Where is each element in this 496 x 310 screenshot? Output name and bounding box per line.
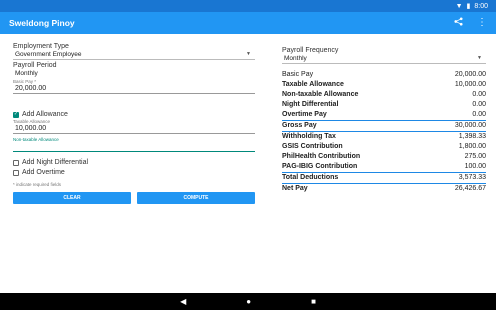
result-row: Non-taxable Allowance 0.00	[282, 91, 486, 98]
recents-icon[interactable]: ■	[311, 297, 316, 306]
add-night-diff-checkbox[interactable]: Add Night Differential	[13, 159, 255, 166]
required-note: * indicate required fields	[13, 182, 62, 187]
total-deductions-row: Total Deductions 3,573.33	[282, 173, 486, 184]
gross-pay-row: Gross Pay 30,000.00	[282, 121, 486, 132]
nontaxable-allowance-input[interactable]	[13, 142, 255, 152]
employment-type-label: Employment Type	[13, 43, 69, 50]
wifi-icon: ▼	[455, 2, 463, 10]
payroll-frequency-select[interactable]: Monthly ▼	[282, 54, 486, 64]
result-row: Basic Pay 20,000.00	[282, 71, 486, 78]
add-allowance-label: Add Allowance	[22, 111, 68, 118]
result-panel: Payroll Frequency Monthly ▼ Basic Pay 20,…	[282, 47, 486, 194]
navigation-bar: ◀ ● ■	[0, 293, 496, 310]
add-night-diff-label: Add Night Differential	[22, 159, 89, 166]
more-vert-icon[interactable]: ⋮	[477, 18, 487, 28]
payroll-period-value: Monthly	[15, 70, 38, 77]
compute-button[interactable]: COMPUTE	[137, 192, 255, 204]
payroll-frequency-label: Payroll Frequency	[282, 47, 339, 54]
payroll-period-label: Payroll Period	[13, 62, 57, 69]
dropdown-arrow-icon: ▼	[246, 51, 251, 57]
result-row: PhilHealth Contribution 275.00	[282, 153, 486, 160]
result-row: Overtime Pay 0.00	[282, 110, 486, 121]
add-overtime-label: Add Overtime	[22, 169, 65, 176]
back-icon[interactable]: ◀	[180, 297, 186, 306]
result-row: Taxable Allowance 10,000.00	[282, 81, 486, 88]
main-content: Employment Type Government Employee ▼ Pa…	[0, 34, 496, 293]
checkbox-unchecked-icon	[13, 169, 19, 176]
status-time: 8:00	[474, 2, 488, 10]
input-panel: Employment Type Government Employee ▼ Pa…	[13, 43, 255, 204]
result-row: GSIS Contribution 1,800.00	[282, 143, 486, 150]
basic-pay-input[interactable]: 20,000.00	[13, 84, 255, 94]
payroll-frequency-value: Monthly	[284, 55, 307, 62]
taxable-allowance-input[interactable]: 10,000.00	[13, 124, 255, 134]
employment-type-value: Government Employee	[15, 51, 82, 58]
payroll-period-select[interactable]: Monthly	[13, 69, 255, 78]
dropdown-arrow-icon: ▼	[477, 55, 482, 61]
status-bar: ▼ ▮ 8:00	[0, 0, 496, 12]
employment-type-select[interactable]: Government Employee ▼	[13, 50, 255, 60]
checkbox-checked-icon: ✓	[13, 111, 19, 118]
net-pay-row: Net Pay 26,426.67	[282, 185, 486, 192]
checkbox-unchecked-icon	[13, 159, 19, 166]
home-icon[interactable]: ●	[246, 297, 251, 306]
clear-button[interactable]: CLEAR	[13, 192, 131, 204]
share-icon[interactable]	[453, 17, 463, 29]
result-row: PAG-IBIG Contribution 100.00	[282, 162, 486, 173]
add-overtime-checkbox[interactable]: Add Overtime	[13, 169, 255, 176]
app-bar: Sweldong Pinoy ⋮	[0, 12, 496, 34]
app-title: Sweldong Pinoy	[9, 18, 75, 28]
result-row: Withholding Tax 1,398.33	[282, 133, 486, 140]
battery-icon: ▮	[466, 3, 471, 10]
add-allowance-checkbox[interactable]: ✓ Add Allowance	[13, 111, 255, 118]
result-row: Night Differential 0.00	[282, 101, 486, 108]
